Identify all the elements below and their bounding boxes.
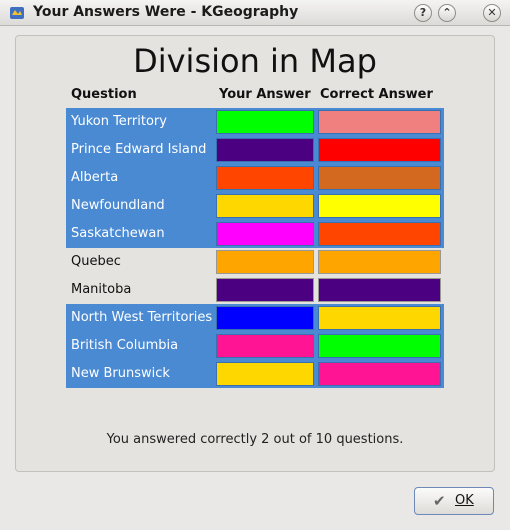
correct-answer-swatch	[318, 334, 441, 358]
table-row: Alberta	[66, 164, 444, 192]
correct-answer-swatch	[318, 362, 441, 386]
shade-button[interactable]: ⌃	[438, 4, 456, 22]
kgeography-app-icon	[10, 7, 24, 19]
table-row: Manitoba	[66, 276, 444, 304]
answers-table: Yukon Territory Prince Edward Island Alber…	[66, 108, 444, 388]
your-answer-swatch	[216, 222, 314, 246]
your-answer-swatch	[216, 110, 314, 134]
ok-button-label: OK	[455, 493, 474, 508]
correct-answer-swatch	[318, 194, 441, 218]
your-answer-swatch	[216, 166, 314, 190]
table-row: North West Territories	[66, 304, 444, 332]
title-bar[interactable]: Your Answers Were - KGeography ? ⌃ ✕	[0, 0, 510, 26]
correct-answer-swatch	[318, 166, 441, 190]
question-label: New Brunswick	[71, 366, 170, 381]
your-answer-swatch	[216, 278, 314, 302]
column-header-correct-answer: Correct Answer	[320, 87, 433, 102]
your-answer-swatch	[216, 250, 314, 274]
your-answer-swatch	[216, 306, 314, 330]
table-row: Saskatchewan	[66, 220, 444, 248]
column-header-question: Question	[71, 87, 137, 102]
correct-answer-swatch	[318, 110, 441, 134]
table-row: Newfoundland	[66, 192, 444, 220]
question-label: British Columbia	[71, 338, 179, 353]
table-row: Prince Edward Island	[66, 136, 444, 164]
window-title: Your Answers Were - KGeography	[33, 4, 299, 20]
check-icon: ✔	[433, 492, 446, 510]
correct-answer-swatch	[318, 222, 441, 246]
your-answer-swatch	[216, 362, 314, 386]
question-label: North West Territories	[71, 310, 213, 325]
question-label: Alberta	[71, 170, 119, 185]
ok-button[interactable]: ✔ OK	[414, 487, 494, 515]
correct-answer-swatch	[318, 250, 441, 274]
table-row: Quebec	[66, 248, 444, 276]
table-row: New Brunswick	[66, 360, 444, 388]
correct-answer-swatch	[318, 138, 441, 162]
table-row: British Columbia	[66, 332, 444, 360]
question-label: Saskatchewan	[71, 226, 165, 241]
page-title: Division in Map	[133, 42, 377, 80]
table-row: Yukon Territory	[66, 108, 444, 136]
correct-answer-swatch	[318, 306, 441, 330]
correct-answer-swatch	[318, 278, 441, 302]
question-label: Prince Edward Island	[71, 142, 207, 157]
your-answer-swatch	[216, 334, 314, 358]
score-summary: You answered correctly 2 out of 10 quest…	[106, 432, 404, 447]
your-answer-swatch	[216, 194, 314, 218]
question-label: Newfoundland	[71, 198, 165, 213]
question-label: Yukon Territory	[71, 114, 167, 129]
help-button[interactable]: ?	[414, 4, 432, 22]
your-answer-swatch	[216, 138, 314, 162]
close-button[interactable]: ✕	[483, 4, 501, 22]
question-label: Manitoba	[71, 282, 132, 297]
column-header-your-answer: Your Answer	[219, 87, 311, 102]
question-label: Quebec	[71, 254, 121, 269]
